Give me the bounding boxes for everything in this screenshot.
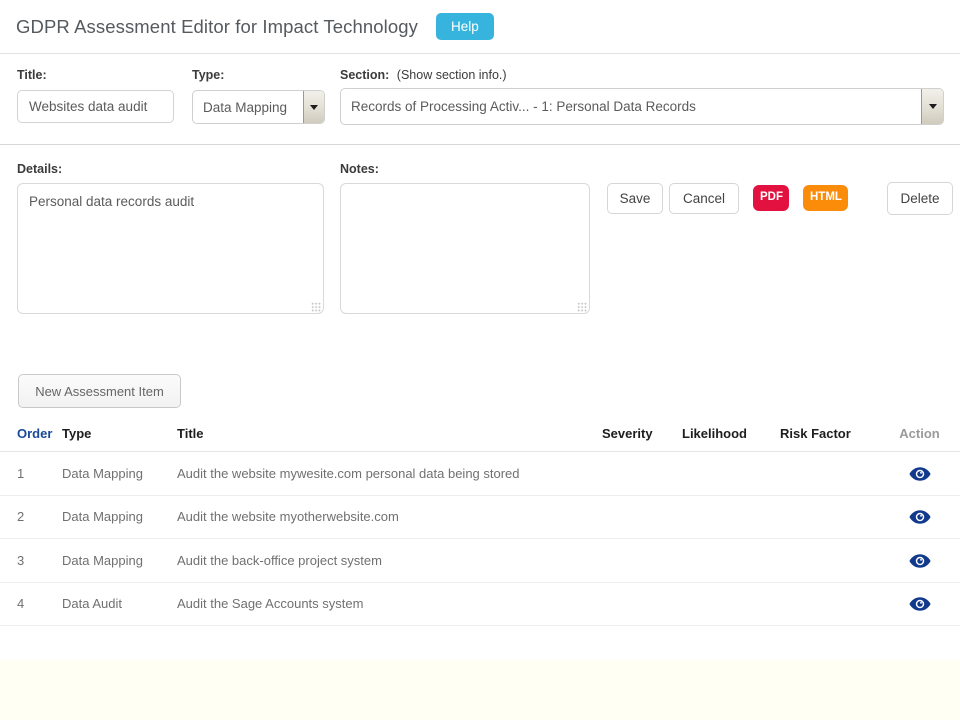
cell-severity <box>602 582 682 627</box>
cell-likelihood <box>682 538 780 583</box>
notes-textarea[interactable] <box>340 183 590 314</box>
cell-action[interactable] <box>879 451 960 496</box>
assessment-items-table: Order Type Title Severity Likelihood Ris… <box>0 420 960 627</box>
cell-severity <box>602 495 682 540</box>
cell-severity <box>602 538 682 583</box>
column-header-action: Action <box>879 420 960 452</box>
type-select-value: Data Mapping <box>203 99 288 115</box>
export-pdf-button[interactable]: PDF <box>753 185 789 211</box>
cell-action[interactable] <box>879 582 960 627</box>
column-header-order[interactable]: Order <box>0 420 62 452</box>
export-html-button[interactable]: HTML <box>803 185 848 211</box>
cell-order: 2 <box>0 495 62 540</box>
cancel-button[interactable]: Cancel <box>669 183 739 214</box>
cell-risk-factor <box>780 582 879 627</box>
type-field-label: Type: <box>192 68 225 82</box>
title-input[interactable] <box>17 90 174 123</box>
column-header-severity[interactable]: Severity <box>602 420 682 452</box>
table-row[interactable]: 2 Data Mapping Audit the website myotherwe… <box>0 495 960 540</box>
cell-title: Audit the back-office project system <box>177 538 602 583</box>
title-field-label: Title: <box>17 68 47 82</box>
cell-risk-factor <box>780 451 879 496</box>
column-header-likelihood[interactable]: Likelihood <box>682 420 780 452</box>
eye-icon[interactable] <box>908 466 931 482</box>
eye-icon[interactable] <box>908 509 931 525</box>
cell-likelihood <box>682 451 780 496</box>
chevron-down-icon <box>921 89 943 124</box>
cell-severity <box>602 451 682 496</box>
cell-type: Data Mapping <box>62 495 177 540</box>
column-header-risk-factor[interactable]: Risk Factor <box>780 420 879 452</box>
page-title: GDPR Assessment Editor for Impact Techno… <box>16 15 418 37</box>
cell-order: 1 <box>0 451 62 496</box>
notes-field-label: Notes: <box>340 162 379 176</box>
table-row[interactable]: 3 Data Mapping Audit the back-office proje… <box>0 538 960 583</box>
cell-action[interactable] <box>879 538 960 583</box>
table-body: 1 Data Mapping Audit the website mywesite.… <box>0 451 960 627</box>
details-field-label: Details: <box>17 162 63 176</box>
section-label-text: Section: <box>340 68 390 82</box>
cell-type: Data Audit <box>62 582 177 627</box>
section-select-value: Records of Processing Activ... - 1: Pers… <box>351 99 696 114</box>
cell-likelihood <box>682 582 780 627</box>
cell-order: 3 <box>0 538 62 583</box>
table-header-row: Order Type Title Severity Likelihood Ris… <box>0 420 960 452</box>
cell-risk-factor <box>780 538 879 583</box>
section-field-label: Section: (Show section info.) <box>340 68 507 82</box>
type-select[interactable]: Data Mapping <box>192 90 325 124</box>
app-page: GDPR Assessment Editor for Impact Techno… <box>0 0 960 720</box>
show-section-info-link[interactable]: (Show section info.) <box>397 68 507 82</box>
cell-title: Audit the website mywesite.com personal … <box>177 451 602 496</box>
details-textarea[interactable] <box>17 183 324 314</box>
cell-risk-factor <box>780 495 879 540</box>
table-row[interactable]: 4 Data Audit Audit the Sage Accounts syste… <box>0 582 960 627</box>
cell-order: 4 <box>0 582 62 627</box>
cell-title: Audit the Sage Accounts system <box>177 582 602 627</box>
bottom-color-band <box>0 660 960 720</box>
delete-button[interactable]: Delete <box>887 182 953 215</box>
cell-likelihood <box>682 495 780 540</box>
section-select[interactable]: Records of Processing Activ... - 1: Pers… <box>340 88 944 125</box>
column-header-title[interactable]: Title <box>177 420 602 452</box>
help-button[interactable]: Help <box>435 12 494 41</box>
save-button[interactable]: Save <box>607 183 663 214</box>
app-header: GDPR Assessment Editor for Impact Techno… <box>0 0 960 54</box>
table-row[interactable]: 1 Data Mapping Audit the website mywesite.… <box>0 451 960 496</box>
cell-type: Data Mapping <box>62 451 177 496</box>
eye-icon[interactable] <box>908 596 931 612</box>
eye-icon[interactable] <box>908 553 931 569</box>
new-assessment-item-button[interactable]: New Assessment Item <box>18 374 181 408</box>
column-header-type[interactable]: Type <box>62 420 177 452</box>
chevron-down-icon <box>303 91 324 123</box>
cell-action[interactable] <box>879 495 960 540</box>
cell-type: Data Mapping <box>62 538 177 583</box>
cell-title: Audit the website myotherwebsite.com <box>177 495 602 540</box>
